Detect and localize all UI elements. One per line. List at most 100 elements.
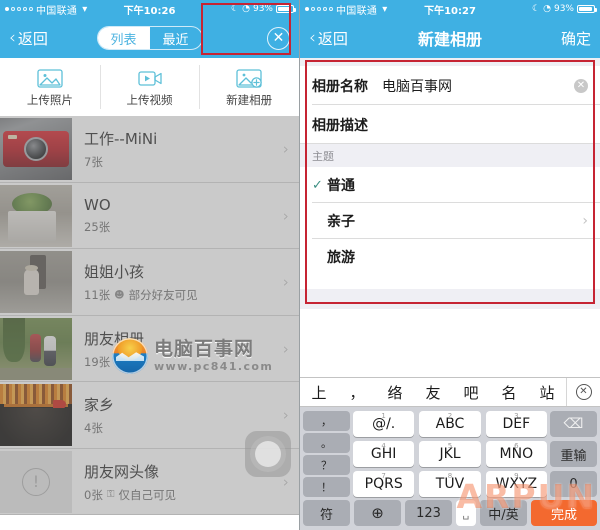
candidate-items: 上 ， 络 友 吧 名 站 [300, 382, 566, 403]
view-mode-segmented-control[interactable]: 列表 最近 [96, 26, 203, 50]
key-1[interactable]: 1 @/. [353, 411, 415, 437]
candidate-item[interactable]: 站 [539, 382, 554, 403]
punct-question-key[interactable]: ？ [303, 455, 350, 475]
redo-key[interactable]: 重输 [550, 441, 597, 467]
battery-percent: 93% [252, 4, 273, 14]
list-item[interactable]: 姐姐小孩 11张 ☻ 部分好友可见 › [0, 249, 299, 316]
candidate-item[interactable]: ， [349, 382, 364, 403]
signal-dots-icon [305, 7, 333, 11]
exclamation-icon: ! [22, 467, 50, 496]
close-icon[interactable]: ✕ [267, 26, 290, 50]
candidate-item[interactable]: 友 [425, 382, 440, 403]
album-title: WO [84, 196, 111, 215]
list-item[interactable]: 工作--MiNi 7张 › [0, 116, 299, 183]
backspace-key[interactable]: ⌫ [550, 411, 597, 437]
carrier-label: 中国联通 [36, 5, 78, 17]
theme-label: 普通 [327, 178, 355, 194]
candidate-item[interactable]: 吧 [463, 382, 478, 403]
album-name-input[interactable]: 电脑百事网 [382, 76, 574, 96]
candidate-item[interactable]: 络 [387, 382, 402, 403]
chevron-left-icon: ‹ [309, 27, 316, 48]
punct-comma-key[interactable]: ， [303, 411, 350, 431]
key-number: 7 [381, 472, 386, 480]
candidate-item[interactable]: 名 [501, 382, 516, 403]
key-8[interactable]: 8 TUV [419, 471, 481, 497]
left-nav-bar: ‹ 返回 列表 最近 ✕ [0, 18, 299, 58]
theme-option-travel[interactable]: 旅游 [300, 239, 600, 275]
numeric-key[interactable]: 123 [405, 500, 452, 526]
album-text: 姐姐小孩 11张 ☻ 部分好友可见 [84, 261, 283, 303]
candidate-bar: 上 ， 络 友 吧 名 站 ✕ [300, 377, 600, 407]
key-3[interactable]: 3 DEF [485, 411, 547, 437]
key-number: 9 [514, 472, 519, 480]
friends-visibility-icon: ☻ [114, 289, 125, 301]
chevron-right-icon: › [582, 213, 588, 229]
album-description-row[interactable]: 相册描述 [300, 105, 600, 144]
back-label: 返回 [17, 29, 48, 48]
theme-option-normal[interactable]: ✓ 普通 [300, 167, 600, 203]
done-key[interactable]: 完成 [531, 500, 597, 526]
album-privacy: 部分好友可见 [128, 288, 198, 303]
album-text: 家乡 4张 [84, 394, 283, 436]
theme-option-family[interactable]: 亲子 › [300, 203, 600, 239]
album-meta: 19张 [84, 354, 283, 370]
album-title: 姐姐小孩 [84, 263, 145, 282]
candidate-item[interactable]: 上 [311, 382, 326, 403]
tab-recent[interactable]: 最近 [150, 27, 202, 49]
language-toggle-key[interactable]: 中/英 [480, 500, 527, 526]
chevron-right-icon: › [283, 206, 289, 225]
album-name-row[interactable]: 相册名称 电脑百事网 ✕ [300, 66, 600, 105]
keyboard-right-column: ⌫ 重输 0 [550, 411, 597, 497]
key-9[interactable]: 9 WXYZ [485, 471, 547, 497]
punct-exclaim-key[interactable]: ！ [303, 477, 350, 497]
signal-dots-icon [5, 7, 33, 11]
album-thumbnail [0, 317, 72, 380]
list-item[interactable]: 朋友相册 19张 › [0, 316, 299, 383]
list-item[interactable]: WO 25张 › [0, 183, 299, 250]
on-screen-keyboard: 上 ， 络 友 吧 名 站 ✕ ， 。 ？ ！ 1 @/. 2 ABC 3 DE… [300, 377, 600, 530]
upload-video-button[interactable]: 上传视频 [99, 58, 200, 116]
space-key[interactable]: ␣ [456, 500, 476, 526]
punct-period-key[interactable]: 。 [303, 433, 350, 453]
right-panel-new-album: 中国联通 ▾ 下午10:27 ☾ ◔ 93% ‹ 返回 新建相册 确定 相册名称 [300, 0, 600, 530]
key-0[interactable]: 0 [550, 471, 597, 497]
backspace-icon: ⌫ [563, 416, 584, 432]
tab-list[interactable]: 列表 [97, 27, 150, 49]
symbol-key[interactable]: 符 [303, 500, 350, 526]
form-bottom-pad [300, 275, 600, 289]
album-count: 0张 [84, 487, 103, 502]
key-6[interactable]: 6 MNO [485, 441, 547, 467]
new-album-icon [236, 68, 262, 88]
carrier-label: 中国联通 [336, 5, 378, 17]
chevron-right-icon: › [283, 406, 289, 425]
album-list[interactable]: 工作--MiNi 7张 › WO 25张 › 姐姐小孩 11张 ☻ 部分好友可见… [0, 116, 299, 515]
key-4[interactable]: 4 GHI [353, 441, 415, 467]
candidate-close-button[interactable]: ✕ [566, 378, 600, 406]
upload-photo-button[interactable]: 上传照片 [0, 58, 100, 116]
key-number: 8 [447, 472, 453, 480]
alarm-icon: ◔ [543, 4, 551, 14]
key-2[interactable]: 2 ABC [419, 411, 481, 437]
album-thumbnail-placeholder: ! [0, 450, 72, 513]
key-number: 2 [447, 412, 453, 420]
wifi-icon: ▾ [82, 3, 88, 15]
album-name-label: 相册名称 [312, 78, 368, 95]
confirm-button[interactable]: 确定 [561, 28, 591, 49]
key-5[interactable]: 5 JKL [419, 441, 481, 467]
keypad-row: 4 GHI 5 JKL 6 MNO [353, 441, 547, 467]
key-number: 5 [447, 442, 453, 450]
keypad-row: 7 PQRS 8 TUV 9 WXYZ [353, 471, 547, 497]
back-button[interactable]: ‹ 返回 [309, 28, 348, 49]
clear-icon[interactable]: ✕ [574, 78, 588, 93]
right-nav-bar: ‹ 返回 新建相册 确定 [300, 18, 600, 58]
globe-key[interactable]: ⊕ [354, 500, 401, 526]
album-text: 工作--MiNi 7张 [84, 128, 283, 170]
battery-icon [276, 5, 296, 13]
back-button[interactable]: ‹ 返回 [9, 28, 48, 49]
lock-icon: ⚿ [106, 489, 115, 501]
key-7[interactable]: 7 PQRS [353, 471, 415, 497]
assistive-touch-button[interactable] [245, 431, 291, 477]
theme-section-header: 主题 [300, 144, 600, 167]
new-album-button[interactable]: 新建相册 [199, 58, 299, 116]
upload-photo-label: 上传照片 [26, 92, 73, 107]
